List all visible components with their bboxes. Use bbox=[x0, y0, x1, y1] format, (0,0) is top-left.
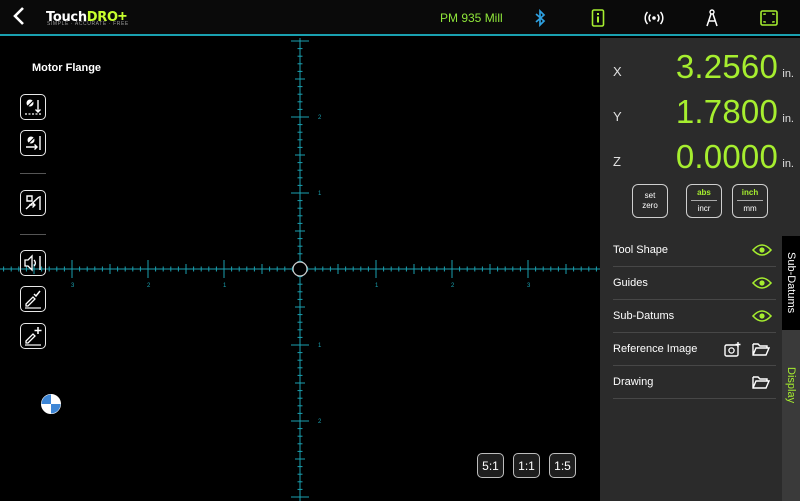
axis-value: 0.0000 bbox=[675, 138, 778, 175]
axis-row-y[interactable]: Y 1.7800 in. bbox=[600, 89, 800, 133]
abs-incr-toggle[interactable]: abs incr bbox=[686, 184, 722, 218]
axis-unit: in. bbox=[782, 158, 794, 170]
incr-label: incr bbox=[697, 204, 711, 213]
tool-mirror-icon bbox=[25, 195, 41, 210]
axis-row-x[interactable]: X 3.2560 in. bbox=[600, 44, 800, 88]
x-scale-label: 2 bbox=[451, 283, 455, 289]
zoom-1-5-button[interactable]: 1:5 bbox=[549, 453, 576, 478]
y-scale-label: 2 bbox=[318, 115, 322, 121]
y-scale-label: 2 bbox=[318, 419, 322, 425]
drawing-title: Motor Flange bbox=[32, 62, 102, 74]
zoom-5-1-button[interactable]: 5:1 bbox=[477, 453, 504, 478]
machine-name[interactable]: PM 935 Mill bbox=[440, 11, 503, 25]
toolbar-divider bbox=[20, 234, 46, 235]
list-item-drawing[interactable]: Drawing bbox=[613, 366, 776, 399]
edit-add-icon bbox=[25, 327, 42, 346]
toggle-separator bbox=[691, 200, 717, 201]
tool-offset-right-icon bbox=[26, 136, 41, 150]
folder-open-icon[interactable] bbox=[752, 373, 770, 391]
logo-tagline: SIMPLE · ACCURATE · FREE bbox=[47, 21, 129, 27]
toolbar-divider bbox=[20, 173, 46, 174]
zoom-1-1-button[interactable]: 1:1 bbox=[513, 453, 540, 478]
y-scale-label: 1 bbox=[318, 191, 322, 197]
list-item-label: Drawing bbox=[613, 376, 654, 388]
app-logo: TouchDRO+ SIMPLE · ACCURATE · FREE bbox=[46, 8, 129, 30]
tab-sub-datums-label: Sub-Datums bbox=[785, 252, 797, 314]
tool-offset-down-button[interactable] bbox=[20, 94, 46, 120]
list-item-tool-shape[interactable]: Tool Shape bbox=[613, 234, 776, 267]
mm-label: mm bbox=[743, 204, 757, 213]
tool-edit-check-button[interactable] bbox=[20, 286, 46, 312]
top-app-bar: TouchDRO+ SIMPLE · ACCURATE · FREE PM 93… bbox=[0, 0, 800, 36]
drawing-canvas[interactable]: 2 1 1 2 3 2 1 1 2 3 Motor Flange 5:1 1:1 1:5 bbox=[0, 38, 600, 501]
tool-offset-right-button[interactable] bbox=[20, 130, 46, 156]
list-item-reference-image[interactable]: Reference Image bbox=[613, 333, 776, 366]
info-icon[interactable] bbox=[586, 8, 610, 28]
eye-icon[interactable] bbox=[752, 241, 772, 259]
list-item-label: Tool Shape bbox=[613, 244, 669, 256]
axis-value: 3.2560 bbox=[675, 48, 778, 85]
edit-check-icon bbox=[25, 290, 41, 309]
compass-icon[interactable] bbox=[700, 8, 724, 28]
tool-mirror-button[interactable] bbox=[20, 190, 46, 216]
set-zero-top: set bbox=[644, 191, 656, 200]
readout-panel: X 3.2560 in. Y 1.7800 in. Z 0.0000 in. s… bbox=[600, 38, 800, 501]
set-zero-bottom: zero bbox=[642, 201, 658, 210]
eye-icon[interactable] bbox=[752, 274, 772, 292]
tab-display[interactable]: Display bbox=[782, 330, 800, 501]
wireless-signal-icon[interactable] bbox=[642, 8, 666, 28]
list-item-label: Guides bbox=[613, 277, 648, 289]
x-scale-label: 1 bbox=[223, 283, 227, 289]
axis-label: X bbox=[613, 64, 622, 79]
tool-edit-add-button[interactable] bbox=[20, 323, 46, 349]
add-photo-icon[interactable] bbox=[724, 340, 742, 358]
axis-label: Z bbox=[613, 154, 621, 169]
tool-offset-down-icon bbox=[25, 99, 41, 115]
abs-label: abs bbox=[697, 188, 711, 197]
list-item-label: Reference Image bbox=[613, 343, 698, 355]
axis-unit: in. bbox=[782, 68, 794, 80]
x-scale-label: 2 bbox=[147, 283, 151, 289]
display-options-list: Tool Shape Guides Sub-Datums Reference I… bbox=[613, 234, 776, 399]
datum-marker-icon[interactable] bbox=[40, 393, 62, 415]
list-item-guides[interactable]: Guides bbox=[613, 267, 776, 300]
list-item-sub-datums[interactable]: Sub-Datums bbox=[613, 300, 776, 333]
tool-position-marker bbox=[292, 261, 308, 277]
back-arrow-icon[interactable] bbox=[12, 6, 32, 30]
axis-label: Y bbox=[613, 109, 622, 124]
inch-label: inch bbox=[741, 188, 759, 197]
tool-volume-edge-button[interactable] bbox=[20, 250, 46, 276]
x-scale-label: 1 bbox=[375, 283, 379, 289]
folder-open-icon[interactable] bbox=[752, 340, 770, 358]
axis-row-z[interactable]: Z 0.0000 in. bbox=[600, 134, 800, 178]
axis-unit: in. bbox=[782, 113, 794, 125]
fullscreen-icon[interactable] bbox=[757, 8, 781, 28]
x-scale-label: 3 bbox=[71, 283, 75, 289]
axis-grid: 2 1 1 2 3 2 1 1 2 3 bbox=[0, 38, 600, 501]
eye-icon[interactable] bbox=[752, 307, 772, 325]
x-scale-label: 3 bbox=[527, 283, 531, 289]
speaker-edge-icon bbox=[24, 254, 41, 272]
tab-display-label: Display bbox=[785, 367, 797, 404]
list-item-label: Sub-Datums bbox=[613, 310, 675, 322]
inch-mm-toggle[interactable]: inch mm bbox=[732, 184, 768, 218]
axis-value: 1.7800 bbox=[675, 93, 778, 130]
toggle-separator bbox=[737, 200, 763, 201]
tab-sub-datums[interactable]: Sub-Datums bbox=[782, 236, 800, 330]
set-zero-button[interactable]: set zero bbox=[632, 184, 668, 218]
bluetooth-icon[interactable] bbox=[528, 8, 552, 28]
y-scale-label: 1 bbox=[318, 343, 322, 349]
